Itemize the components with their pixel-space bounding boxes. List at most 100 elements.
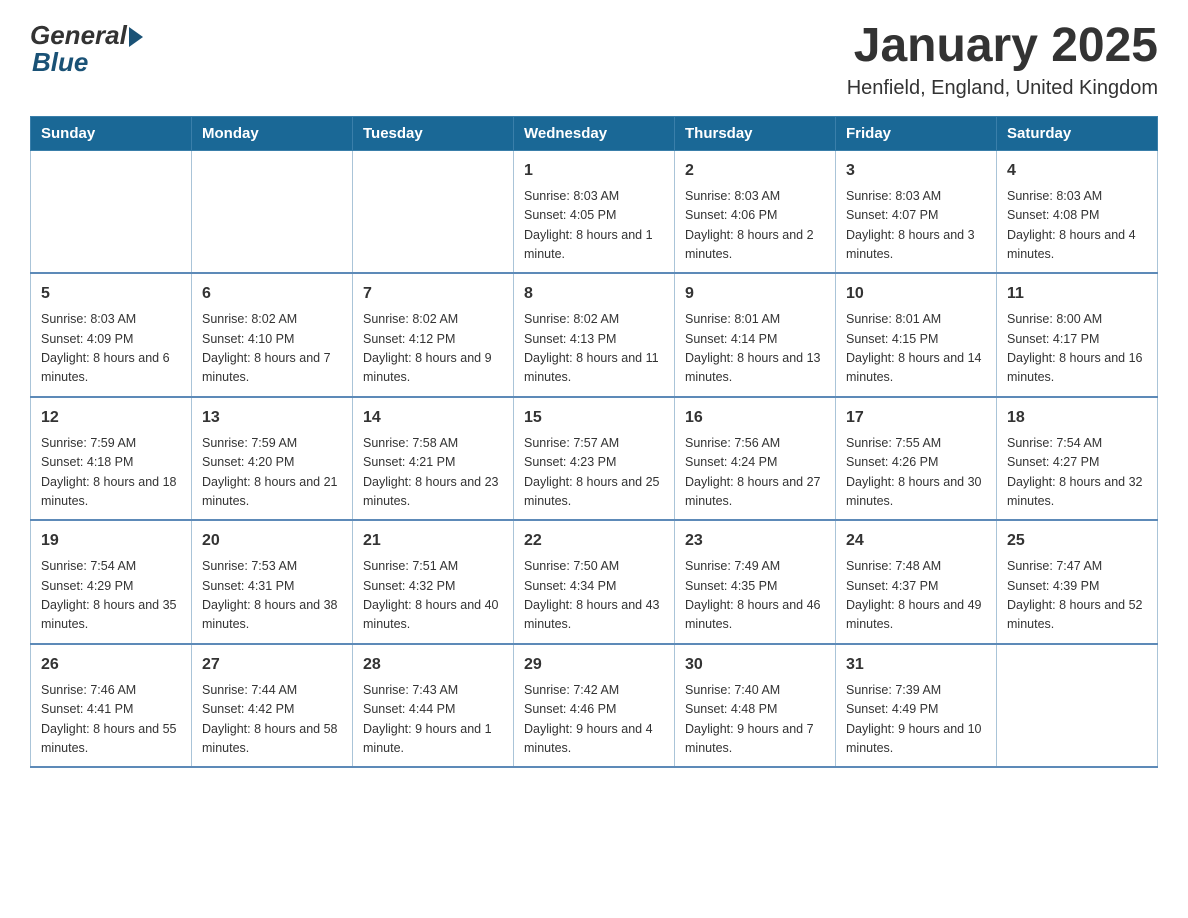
day-info: Sunrise: 8:02 AM Sunset: 4:10 PM Dayligh… bbox=[202, 310, 342, 388]
weekday-header: Sunday bbox=[31, 116, 192, 150]
calendar-cell: 9 Sunrise: 8:01 AM Sunset: 4:14 PM Daylig… bbox=[675, 273, 836, 397]
weekday-header: Friday bbox=[836, 116, 997, 150]
calendar-cell: 11 Sunrise: 8:00 AM Sunset: 4:17 PM Dayli… bbox=[997, 273, 1158, 397]
day-number: 17 bbox=[846, 406, 986, 430]
calendar-cell bbox=[31, 150, 192, 273]
calendar-cell: 25 Sunrise: 7:47 AM Sunset: 4:39 PM Dayli… bbox=[997, 520, 1158, 644]
day-number: 14 bbox=[363, 406, 503, 430]
calendar-cell: 23 Sunrise: 7:49 AM Sunset: 4:35 PM Dayli… bbox=[675, 520, 836, 644]
day-info: Sunrise: 8:03 AM Sunset: 4:07 PM Dayligh… bbox=[846, 187, 986, 265]
day-info: Sunrise: 8:01 AM Sunset: 4:14 PM Dayligh… bbox=[685, 310, 825, 388]
day-info: Sunrise: 7:56 AM Sunset: 4:24 PM Dayligh… bbox=[685, 434, 825, 512]
day-number: 15 bbox=[524, 406, 664, 430]
calendar-cell: 19 Sunrise: 7:54 AM Sunset: 4:29 PM Dayli… bbox=[31, 520, 192, 644]
day-number: 10 bbox=[846, 282, 986, 306]
calendar-cell: 30Sunrise: 7:40 AM Sunset: 4:48 PM Dayli… bbox=[675, 644, 836, 768]
day-info: Sunrise: 7:58 AM Sunset: 4:21 PM Dayligh… bbox=[363, 434, 503, 512]
day-number: 22 bbox=[524, 529, 664, 553]
day-number: 3 bbox=[846, 159, 986, 183]
calendar-cell: 29 Sunrise: 7:42 AM Sunset: 4:46 PM Dayli… bbox=[514, 644, 675, 768]
day-info: Sunrise: 8:03 AM Sunset: 4:06 PM Dayligh… bbox=[685, 187, 825, 265]
logo: General Blue bbox=[30, 20, 143, 78]
calendar-cell: 21Sunrise: 7:51 AM Sunset: 4:32 PM Dayli… bbox=[353, 520, 514, 644]
calendar-week-row: 12 Sunrise: 7:59 AM Sunset: 4:18 PM Dayli… bbox=[31, 397, 1158, 521]
day-info: Sunrise: 7:59 AM Sunset: 4:18 PM Dayligh… bbox=[41, 434, 181, 512]
day-number: 6 bbox=[202, 282, 342, 306]
calendar-week-row: 5Sunrise: 8:03 AM Sunset: 4:09 PM Daylig… bbox=[31, 273, 1158, 397]
calendar-cell: 20 Sunrise: 7:53 AM Sunset: 4:31 PM Dayli… bbox=[192, 520, 353, 644]
day-info: Sunrise: 7:59 AM Sunset: 4:20 PM Dayligh… bbox=[202, 434, 342, 512]
day-number: 7 bbox=[363, 282, 503, 306]
day-number: 12 bbox=[41, 406, 181, 430]
day-info: Sunrise: 7:47 AM Sunset: 4:39 PM Dayligh… bbox=[1007, 557, 1147, 635]
calendar-cell: 14 Sunrise: 7:58 AM Sunset: 4:21 PM Dayli… bbox=[353, 397, 514, 521]
day-number: 13 bbox=[202, 406, 342, 430]
calendar-cell: 6 Sunrise: 8:02 AM Sunset: 4:10 PM Daylig… bbox=[192, 273, 353, 397]
day-number: 21 bbox=[363, 529, 503, 553]
calendar-cell: 18 Sunrise: 7:54 AM Sunset: 4:27 PM Dayli… bbox=[997, 397, 1158, 521]
day-info: Sunrise: 7:42 AM Sunset: 4:46 PM Dayligh… bbox=[524, 681, 664, 759]
calendar-header-row: SundayMondayTuesdayWednesdayThursdayFrid… bbox=[31, 116, 1158, 150]
day-info: Sunrise: 7:53 AM Sunset: 4:31 PM Dayligh… bbox=[202, 557, 342, 635]
day-number: 20 bbox=[202, 529, 342, 553]
day-info: Sunrise: 8:02 AM Sunset: 4:13 PM Dayligh… bbox=[524, 310, 664, 388]
day-number: 29 bbox=[524, 653, 664, 677]
day-number: 23 bbox=[685, 529, 825, 553]
calendar-cell: 13 Sunrise: 7:59 AM Sunset: 4:20 PM Dayli… bbox=[192, 397, 353, 521]
calendar-cell: 5Sunrise: 8:03 AM Sunset: 4:09 PM Daylig… bbox=[31, 273, 192, 397]
day-info: Sunrise: 7:44 AM Sunset: 4:42 PM Dayligh… bbox=[202, 681, 342, 759]
day-number: 28 bbox=[363, 653, 503, 677]
page-header: General Blue January 2025 Henfield, Engl… bbox=[30, 20, 1158, 100]
day-number: 19 bbox=[41, 529, 181, 553]
day-info: Sunrise: 7:40 AM Sunset: 4:48 PM Dayligh… bbox=[685, 681, 825, 759]
weekday-header: Monday bbox=[192, 116, 353, 150]
logo-blue-text: Blue bbox=[30, 47, 88, 78]
calendar-cell: 8 Sunrise: 8:02 AM Sunset: 4:13 PM Daylig… bbox=[514, 273, 675, 397]
calendar-cell bbox=[192, 150, 353, 273]
calendar-cell: 22Sunrise: 7:50 AM Sunset: 4:34 PM Dayli… bbox=[514, 520, 675, 644]
day-info: Sunrise: 7:46 AM Sunset: 4:41 PM Dayligh… bbox=[41, 681, 181, 759]
calendar-cell: 27Sunrise: 7:44 AM Sunset: 4:42 PM Dayli… bbox=[192, 644, 353, 768]
weekday-header: Saturday bbox=[997, 116, 1158, 150]
day-info: Sunrise: 7:54 AM Sunset: 4:27 PM Dayligh… bbox=[1007, 434, 1147, 512]
day-info: Sunrise: 8:00 AM Sunset: 4:17 PM Dayligh… bbox=[1007, 310, 1147, 388]
day-info: Sunrise: 7:54 AM Sunset: 4:29 PM Dayligh… bbox=[41, 557, 181, 635]
weekday-header: Tuesday bbox=[353, 116, 514, 150]
day-number: 18 bbox=[1007, 406, 1147, 430]
calendar-cell: 10Sunrise: 8:01 AM Sunset: 4:15 PM Dayli… bbox=[836, 273, 997, 397]
calendar-cell bbox=[353, 150, 514, 273]
day-number: 8 bbox=[524, 282, 664, 306]
day-info: Sunrise: 7:49 AM Sunset: 4:35 PM Dayligh… bbox=[685, 557, 825, 635]
day-number: 25 bbox=[1007, 529, 1147, 553]
calendar-cell: 12 Sunrise: 7:59 AM Sunset: 4:18 PM Dayli… bbox=[31, 397, 192, 521]
day-number: 9 bbox=[685, 282, 825, 306]
calendar-cell: 3 Sunrise: 8:03 AM Sunset: 4:07 PM Daylig… bbox=[836, 150, 997, 273]
day-info: Sunrise: 8:03 AM Sunset: 4:05 PM Dayligh… bbox=[524, 187, 664, 265]
day-info: Sunrise: 7:43 AM Sunset: 4:44 PM Dayligh… bbox=[363, 681, 503, 759]
logo-arrow-icon bbox=[129, 27, 143, 47]
day-info: Sunrise: 8:03 AM Sunset: 4:09 PM Dayligh… bbox=[41, 310, 181, 388]
calendar-cell bbox=[997, 644, 1158, 768]
day-info: Sunrise: 7:55 AM Sunset: 4:26 PM Dayligh… bbox=[846, 434, 986, 512]
calendar-week-row: 26Sunrise: 7:46 AM Sunset: 4:41 PM Dayli… bbox=[31, 644, 1158, 768]
page-title: January 2025 bbox=[847, 20, 1158, 73]
weekday-header: Thursday bbox=[675, 116, 836, 150]
calendar-cell: 2 Sunrise: 8:03 AM Sunset: 4:06 PM Daylig… bbox=[675, 150, 836, 273]
page-subtitle: Henfield, England, United Kingdom bbox=[847, 77, 1158, 100]
day-number: 1 bbox=[524, 159, 664, 183]
day-number: 11 bbox=[1007, 282, 1147, 306]
calendar-cell: 17 Sunrise: 7:55 AM Sunset: 4:26 PM Dayli… bbox=[836, 397, 997, 521]
calendar-cell: 4Sunrise: 8:03 AM Sunset: 4:08 PM Daylig… bbox=[997, 150, 1158, 273]
weekday-header: Wednesday bbox=[514, 116, 675, 150]
calendar-table: SundayMondayTuesdayWednesdayThursdayFrid… bbox=[30, 116, 1158, 769]
day-info: Sunrise: 7:39 AM Sunset: 4:49 PM Dayligh… bbox=[846, 681, 986, 759]
calendar-cell: 1 Sunrise: 8:03 AM Sunset: 4:05 PM Daylig… bbox=[514, 150, 675, 273]
day-info: Sunrise: 8:03 AM Sunset: 4:08 PM Dayligh… bbox=[1007, 187, 1147, 265]
calendar-cell: 28 Sunrise: 7:43 AM Sunset: 4:44 PM Dayli… bbox=[353, 644, 514, 768]
calendar-cell: 24Sunrise: 7:48 AM Sunset: 4:37 PM Dayli… bbox=[836, 520, 997, 644]
day-number: 16 bbox=[685, 406, 825, 430]
day-number: 31 bbox=[846, 653, 986, 677]
title-block: January 2025 Henfield, England, United K… bbox=[847, 20, 1158, 100]
calendar-cell: 31 Sunrise: 7:39 AM Sunset: 4:49 PM Dayli… bbox=[836, 644, 997, 768]
day-number: 2 bbox=[685, 159, 825, 183]
